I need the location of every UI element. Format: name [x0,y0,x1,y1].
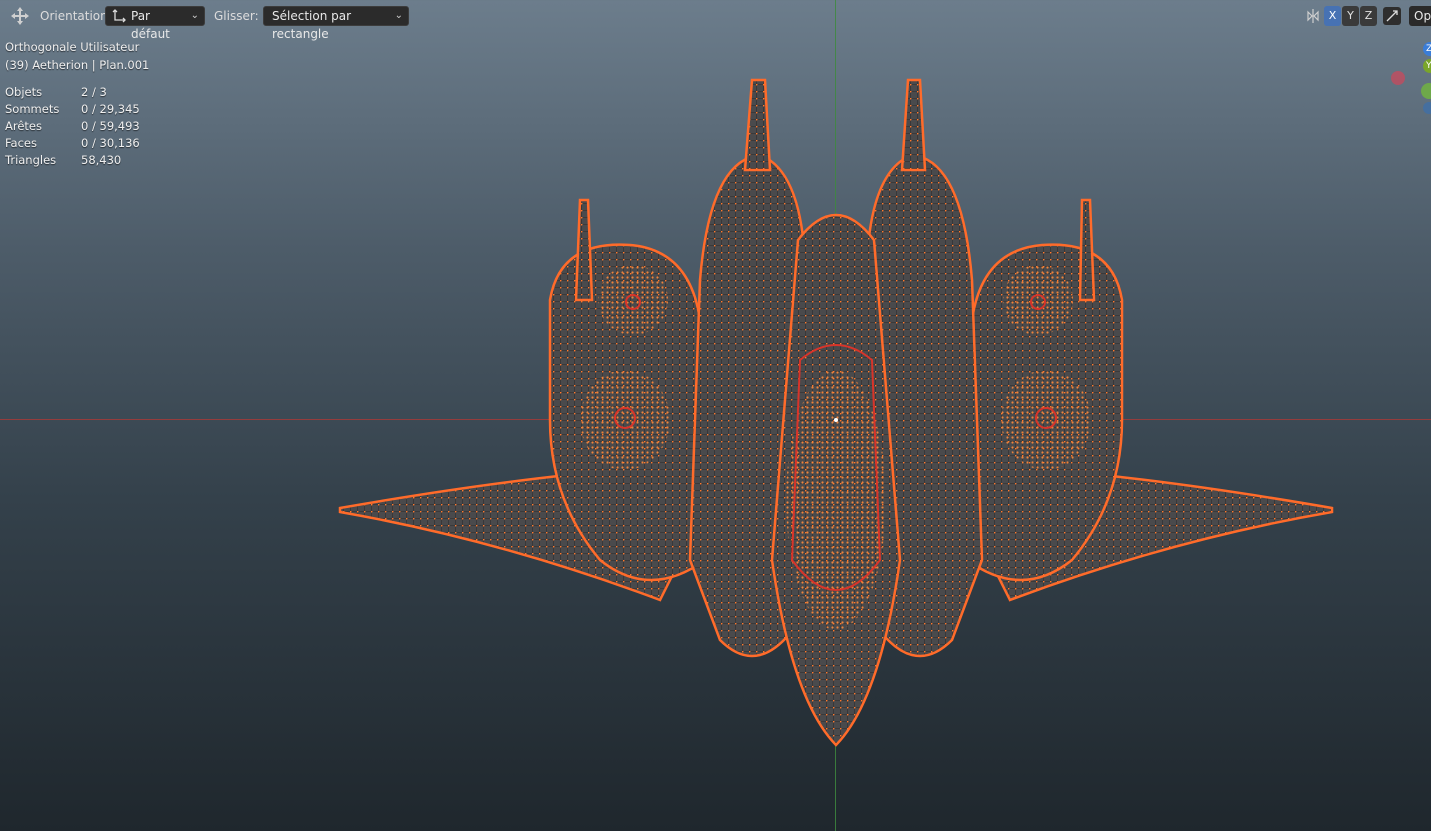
object-info: (39) Aetherion | Plan.001 [5,58,150,72]
glisser-dropdown[interactable]: Sélection par rectangle ⌄ [263,6,409,41]
stat-value: 0 / 30,136 [81,136,140,150]
mirror-icon[interactable] [1305,8,1321,24]
stat-row: Triangles 58,430 [5,152,149,169]
spaceship-mesh[interactable] [330,70,1340,760]
glisser-label: Glisser: [214,9,259,23]
stat-label: Objets [5,85,43,99]
orientation-value: Par défaut [131,9,170,41]
chevron-down-icon: ⌄ [190,10,199,21]
stat-row: Faces 0 / 30,136 [5,135,149,152]
gizmo-neg-z-dot[interactable] [1423,102,1431,114]
stat-value: 2 / 3 [81,85,107,99]
stat-label: Arêtes [5,119,42,133]
stat-row: Objets 2 / 3 [5,84,149,101]
stat-label: Faces [5,136,37,150]
stats-panel: Objets 2 / 3 Sommets 0 / 29,345 Arêtes 0 / … [5,84,149,169]
viewport-text-overlay: Orthogonale Utilisateur (39) Aetherion |… [5,38,149,169]
axis-x-toggle[interactable]: X [1324,6,1341,26]
stat-row: Sommets 0 / 29,345 [5,101,149,118]
stat-value: 58,430 [81,153,122,167]
orientation-dropdown[interactable]: Par défaut ⌄ [105,6,205,41]
options-button[interactable]: Opt [1409,6,1431,26]
stat-label: Triangles [5,153,57,167]
3d-viewport[interactable] [0,0,1431,831]
orientation-gizmo-icon [112,9,126,23]
orientation-label: Orientation: [40,9,112,23]
view-name: Orthogonale Utilisateur [5,40,140,54]
gizmo-z-dot[interactable]: Z [1423,42,1431,56]
stat-row: Arêtes 0 / 59,493 [5,118,149,135]
transform-move-icon[interactable] [9,6,31,26]
gizmo-y-dot[interactable]: Y [1423,59,1431,73]
object-origin [834,418,838,422]
viewport-header: Orientation: Par défaut ⌄ Glisser: Sélec… [0,0,1431,41]
axis-y-toggle[interactable]: Y [1342,6,1359,26]
auto-merge-icon[interactable] [1382,6,1402,26]
gizmo-neg-x-dot[interactable] [1391,71,1405,85]
stat-label: Sommets [5,102,60,116]
gizmo-neg-y-dot[interactable] [1421,83,1431,99]
stat-value: 0 / 59,493 [81,119,140,133]
axis-z-toggle[interactable]: Z [1360,6,1377,26]
stat-value: 0 / 29,345 [81,102,140,116]
chevron-down-icon: ⌄ [394,10,403,21]
